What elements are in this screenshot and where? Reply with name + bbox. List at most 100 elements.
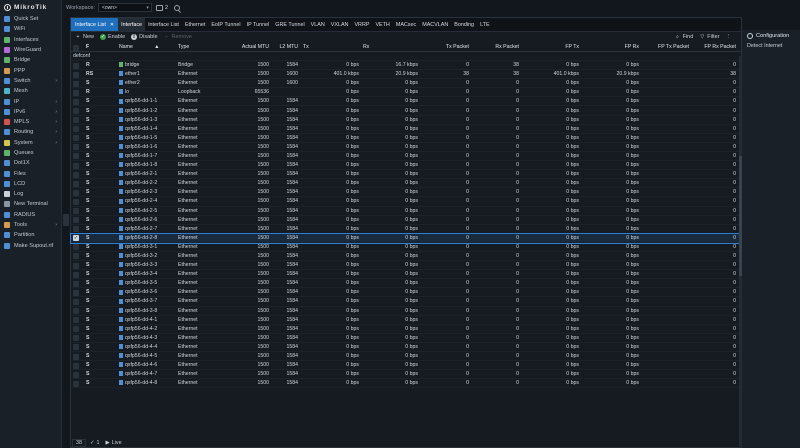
new-button[interactable]: + New [75, 34, 94, 40]
row-checkbox[interactable] [73, 107, 79, 114]
tab-gre-tunnel[interactable]: GRE Tunnel [272, 18, 307, 31]
row-checkbox[interactable] [73, 117, 79, 124]
sidebar-item-ip[interactable]: IP › [0, 96, 61, 106]
table-row[interactable]: Sqsfp56-dd-3-5 Ethernet 1500 1584 0 bps 0 bps… [71, 279, 743, 289]
table-row[interactable]: Sqsfp56-dd-1-5 Ethernet 1500 1584 0 bps 0 bps… [71, 134, 743, 143]
table-row[interactable]: Sqsfp56-dd-2-6 Ethernet 1500 1584 0 bps 0 bps… [71, 216, 743, 225]
table-row[interactable]: Sqsfp56-dd-1-8 Ethernet 1500 1584 0 bps 0 bps… [71, 161, 743, 171]
sidebar-item-routing[interactable]: Routing › [0, 127, 61, 137]
row-checkbox[interactable] [73, 280, 79, 287]
row-checkbox[interactable] [73, 244, 79, 251]
row-checkbox[interactable] [73, 80, 79, 87]
table-row[interactable]: Sqsfp56-dd-3-6 Ethernet 1500 1584 0 bps 0 bps… [71, 288, 743, 298]
table-row[interactable]: Sqsfp56-dd-3-2 Ethernet 1500 1584 0 bps 0 bps… [71, 252, 743, 262]
table-row[interactable]: Sqsfp56-dd-4-6 Ethernet 1500 1584 0 bps 0 bps… [71, 361, 743, 371]
header-actual-mtu[interactable]: Actual MTU [231, 44, 269, 50]
sidebar-item-queues[interactable]: Queues [0, 148, 61, 158]
row-checkbox[interactable] [73, 226, 79, 233]
row-checkbox[interactable] [73, 335, 79, 342]
row-checkbox[interactable] [73, 317, 79, 324]
row-checkbox[interactable] [73, 217, 79, 224]
windows-icon[interactable] [155, 4, 163, 11]
sidebar-item-mpls[interactable]: MPLS › [0, 117, 61, 127]
sidebar-item-bridge[interactable]: Bridge [0, 55, 61, 65]
sidebar-item-new-terminal[interactable]: New Terminal [0, 199, 61, 209]
table-row[interactable]: Sqsfp56-dd-2-2 Ethernet 1500 1584 0 bps 0 bps… [71, 179, 743, 189]
row-checkbox[interactable] [73, 344, 79, 351]
table-row[interactable]: Sqsfp56-dd-1-1 Ethernet 1500 1584 0 bps 0 bps… [71, 97, 743, 107]
row-checkbox[interactable] [73, 262, 79, 269]
disable-button[interactable]: ‖ Disable [131, 34, 158, 40]
sidebar-collapse-handle[interactable] [63, 214, 69, 226]
row-checkbox[interactable] [73, 298, 79, 305]
sidebar-item-partition[interactable]: Partition [0, 230, 61, 240]
tab-veth[interactable]: VETH [372, 18, 392, 31]
header-l2-mtu[interactable]: L2 MTU [271, 44, 298, 50]
table-row[interactable]: Sqsfp56-dd-4-4 Ethernet 1500 1584 0 bps 0 bps… [71, 343, 743, 352]
table-row[interactable]: Rlo Loopback 65536 0 bps 0 bps 0 0 0 bps 0 bps 0 [71, 88, 743, 98]
tab-eoip-tunnel[interactable]: EoIP Tunnel [208, 18, 243, 31]
row-checkbox[interactable] [73, 253, 79, 260]
row-checkbox[interactable] [73, 380, 79, 387]
table-row[interactable]: Sqsfp56-dd-4-5 Ethernet 1500 1584 0 bps 0 bps… [71, 352, 743, 362]
enable-button[interactable]: ✓ Enable [100, 34, 125, 40]
workspace-select[interactable]: <own> ▾ [97, 3, 152, 12]
tab-vxlan[interactable]: VXLAN [328, 18, 352, 31]
sidebar-item-tools[interactable]: Tools › [0, 220, 61, 230]
header-rx[interactable]: Rx [363, 44, 369, 50]
tab-macvlan[interactable]: MACVLAN [419, 18, 451, 31]
row-checkbox[interactable] [73, 135, 79, 142]
table-row[interactable]: RS ether1 Ethernet 1500 1600 401.0 kbps 20.9 k… [71, 70, 743, 80]
row-checkbox[interactable]: ✓ [73, 235, 79, 242]
row-checkbox[interactable] [73, 371, 79, 378]
header-fp-rx-packet[interactable]: FP Rx Packet [691, 44, 736, 50]
table-row[interactable]: Sether2 Ethernet 1500 1600 0 bps 0 bps 0 0 0 bps… [71, 79, 743, 89]
row-checkbox[interactable] [73, 144, 79, 151]
table-row[interactable]: Sqsfp56-dd-2-7 Ethernet 1500 1584 0 bps 0 bps… [71, 225, 743, 234]
row-checkbox[interactable] [73, 326, 79, 333]
table-row[interactable]: Sqsfp56-dd-2-4 Ethernet 1500 1584 0 bps 0 bps… [71, 197, 743, 207]
select-all-checkbox[interactable] [73, 44, 79, 51]
table-row[interactable]: Sqsfp56-dd-2-3 Ethernet 1500 1584 0 bps 0 bps… [71, 188, 743, 198]
sidebar-item-ppp[interactable]: PPP [0, 65, 61, 75]
row-checkbox[interactable] [73, 189, 79, 196]
tab-interface[interactable]: Interface [118, 18, 146, 31]
table-row[interactable]: Sqsfp56-dd-1-4 Ethernet 1500 1584 0 bps 0 bps… [71, 125, 743, 134]
table-row[interactable]: Sqsfp56-dd-3-1 Ethernet 1500 1584 0 bps 0 bps… [71, 243, 743, 252]
row-checkbox[interactable] [73, 98, 79, 105]
detect-internet-link[interactable]: Detect Internet [742, 41, 800, 51]
row-checkbox[interactable] [73, 198, 79, 205]
header-flag[interactable]: F [86, 44, 96, 50]
tab-interface-list-window[interactable]: Interface List ✕ [71, 18, 119, 31]
table-row[interactable]: Sqsfp56-dd-3-7 Ethernet 1500 1584 0 bps 0 bps… [71, 297, 743, 307]
table-row[interactable]: Sqsfp56-dd-3-4 Ethernet 1500 1584 0 bps 0 bps… [71, 270, 743, 280]
tab-ip-tunnel[interactable]: IP Tunnel [244, 18, 273, 31]
table-row[interactable]: Sqsfp56-dd-4-2 Ethernet 1500 1584 0 bps 0 bps… [71, 325, 743, 334]
header-tx-packet[interactable]: Tx Packet [421, 44, 469, 50]
row-checkbox[interactable] [73, 62, 79, 69]
sidebar-item-wifi[interactable]: WiFi [0, 24, 61, 34]
row-checkbox[interactable] [73, 153, 79, 160]
tab-lte[interactable]: LTE [477, 18, 493, 31]
table-row[interactable]: Sqsfp56-dd-1-2 Ethernet 1500 1584 0 bps 0 bps… [71, 106, 743, 116]
row-checkbox[interactable] [73, 308, 79, 315]
table-row[interactable]: Sqsfp56-dd-4-3 Ethernet 1500 1584 0 bps 0 bps… [71, 334, 743, 343]
header-fp-tx-packet[interactable]: FP Tx Packet [641, 44, 689, 50]
sidebar-item-log[interactable]: Log [0, 189, 61, 199]
row-checkbox[interactable] [73, 271, 79, 278]
table-row[interactable]: Sqsfp56-dd-3-8 Ethernet 1500 1584 0 bps 0 bps… [71, 307, 743, 316]
header-type[interactable]: Type [178, 44, 233, 50]
row-checkbox[interactable] [73, 362, 79, 369]
more-button[interactable]: ⋮ [726, 34, 732, 40]
sidebar-item-interfaces[interactable]: Interfaces [0, 35, 61, 45]
tab-macsec[interactable]: MACsec [393, 18, 419, 31]
tab-vrrp[interactable]: VRRP [351, 18, 372, 31]
table-row[interactable]: Sqsfp56-dd-1-7 Ethernet 1500 1584 0 bps 0 bps… [71, 152, 743, 162]
sidebar-item-system[interactable]: System › [0, 138, 61, 148]
sidebar-item-lcd[interactable]: LCD [0, 179, 61, 189]
configuration-button[interactable]: Configuration [742, 30, 800, 41]
tab-interface-list[interactable]: Interface List [145, 18, 182, 31]
live-pause-icon[interactable]: ▶ [106, 440, 110, 446]
sidebar-item-switch[interactable]: Switch › [0, 76, 61, 86]
row-checkbox[interactable] [73, 171, 79, 178]
